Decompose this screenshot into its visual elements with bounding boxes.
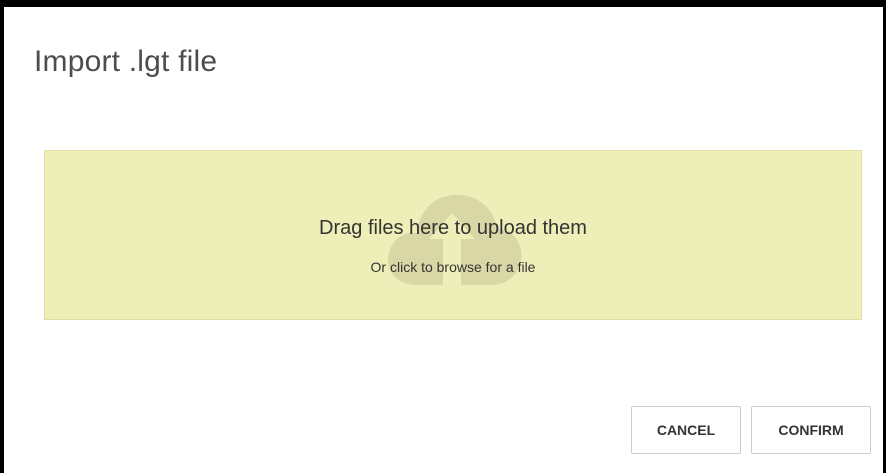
- import-dialog: Import .lgt file Drag files here to uplo…: [0, 0, 886, 473]
- file-dropzone[interactable]: Drag files here to upload them Or click …: [44, 150, 862, 320]
- dropzone-subtext[interactable]: Or click to browse for a file: [45, 259, 861, 275]
- confirm-button[interactable]: CONFIRM: [751, 406, 871, 454]
- cancel-button[interactable]: CANCEL: [631, 406, 741, 454]
- dialog-title: Import .lgt file: [34, 45, 218, 78]
- dropzone-heading: Drag files here to upload them: [319, 217, 587, 239]
